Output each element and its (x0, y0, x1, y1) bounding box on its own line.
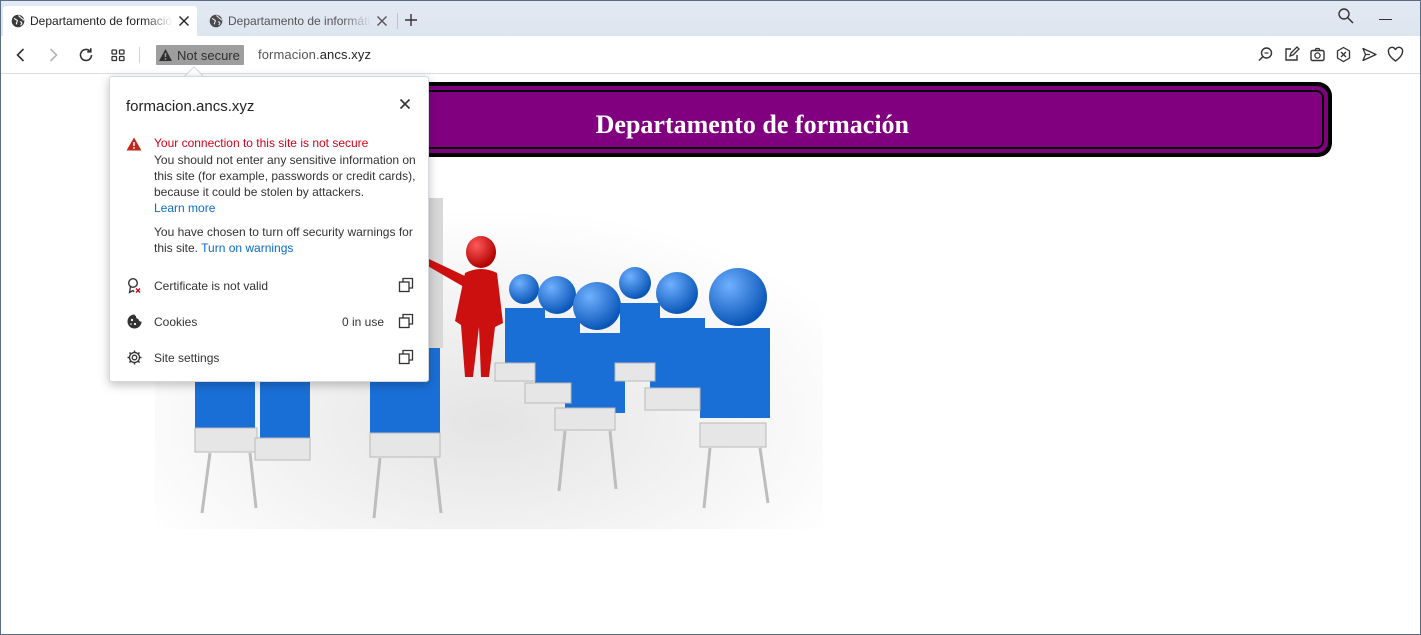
globe-icon (209, 14, 223, 28)
url-subdomain: formacion. (258, 47, 320, 62)
reload-icon[interactable] (77, 46, 95, 64)
certificate-icon (127, 277, 141, 294)
certificate-row[interactable]: Certificate is not valid (110, 274, 428, 298)
banner-border: Departamento de formación (283, 86, 1328, 153)
camera-icon[interactable] (1309, 46, 1326, 63)
close-tab-icon[interactable] (177, 14, 191, 28)
cookie-icon (127, 314, 142, 329)
edit-snapshot-icon[interactable] (1283, 46, 1300, 63)
toolbar-divider (139, 47, 140, 63)
speed-dial-grid-icon[interactable] (109, 46, 127, 64)
new-tab-plus-icon[interactable] (403, 12, 419, 28)
cookies-count: 0 in use (341, 315, 384, 329)
open-dialog-icon[interactable] (398, 313, 414, 329)
connection-warning-text: You should not enter any sensitive infor… (154, 152, 420, 216)
send-icon[interactable] (1361, 46, 1378, 63)
banner-fill: Departamento de formación (287, 90, 1324, 149)
warning-triangle-icon (159, 49, 172, 61)
back-arrow-icon[interactable] (12, 46, 30, 64)
tab-strip: Departamento de formación Departamento d… (1, 1, 1420, 36)
tab-title: Departamento de formación (30, 14, 173, 28)
zoom-search-icon[interactable] (1257, 46, 1274, 63)
site-settings-row[interactable]: Site settings (110, 346, 428, 370)
learn-more-link[interactable]: Learn more (154, 201, 215, 215)
gear-icon (127, 350, 142, 365)
open-dialog-icon[interactable] (398, 349, 414, 365)
turn-on-warnings-link[interactable]: Turn on warnings (201, 241, 293, 255)
open-dialog-icon[interactable] (398, 277, 414, 293)
url-field[interactable]: formacion.ancs.xyz (258, 47, 371, 62)
not-secure-badge[interactable]: Not secure (156, 45, 244, 65)
popup-host: formacion.ancs.xyz (126, 98, 255, 115)
tab-divider (397, 13, 398, 29)
warning-body: You should not enter any sensitive infor… (154, 153, 416, 199)
minimize-button[interactable] (1379, 19, 1392, 20)
cookies-label: Cookies (154, 315, 198, 329)
tab-search-icon[interactable] (1337, 7, 1355, 25)
address-bar: Not secure formacion.ancs.xyz (1, 36, 1420, 74)
site-info-popup: formacion.ancs.xyz Your connection to th… (109, 76, 429, 382)
connection-warning-title: Your connection to this site is not secu… (154, 136, 369, 150)
browser-window: Departamento de formación Departamento d… (0, 0, 1421, 635)
warnings-off-notice: You have chosen to turn off security war… (154, 224, 420, 256)
not-secure-label: Not secure (177, 47, 240, 63)
tab-title: Departamento de informática (228, 14, 371, 28)
page-banner: Departamento de formación (279, 82, 1332, 157)
forward-arrow-icon[interactable] (44, 46, 62, 64)
close-tab-icon[interactable] (375, 14, 389, 28)
tab-departamento-formacion[interactable]: Departamento de formación (3, 6, 197, 36)
heart-icon[interactable] (1387, 46, 1404, 63)
warning-triangle-icon (126, 137, 142, 151)
tab-departamento-informatica[interactable]: Departamento de informática (201, 6, 395, 36)
close-popup-icon[interactable] (399, 98, 411, 110)
url-host: ancs.xyz (319, 47, 372, 62)
site-settings-label: Site settings (154, 351, 220, 365)
cookies-row[interactable]: Cookies 0 in use (110, 310, 428, 334)
globe-icon (11, 14, 25, 28)
tracker-blocker-icon[interactable] (1335, 46, 1352, 63)
certificate-label: Certificate is not valid (154, 279, 269, 293)
